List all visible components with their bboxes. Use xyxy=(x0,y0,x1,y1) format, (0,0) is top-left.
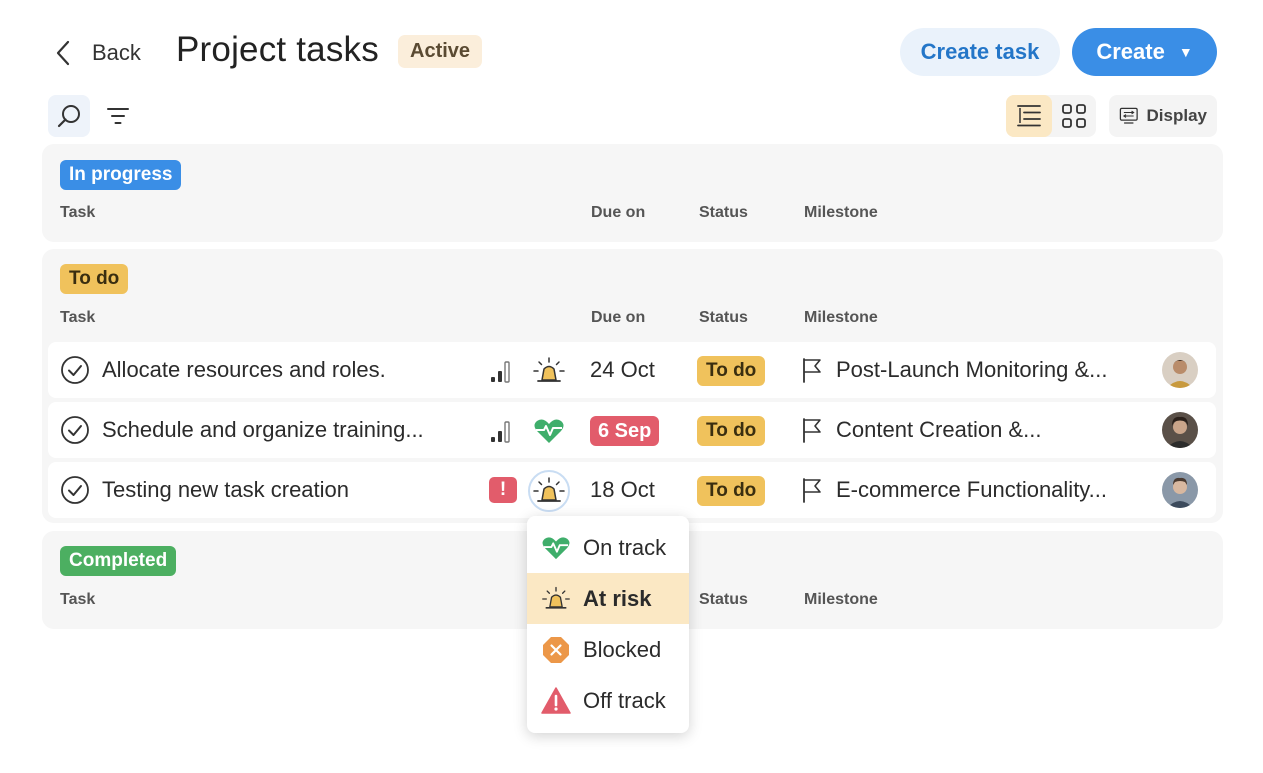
warning-icon xyxy=(541,686,571,716)
create-dropdown-button[interactable]: Create ▼ xyxy=(1072,28,1217,76)
column-header-task: Task xyxy=(60,309,96,326)
status-badge[interactable]: To do xyxy=(697,356,766,386)
create-task-label: Create task xyxy=(920,39,1040,64)
search-icon xyxy=(57,105,80,128)
due-date[interactable]: 24 Oct xyxy=(590,357,655,383)
due-date[interactable]: 18 Oct xyxy=(590,477,655,503)
menu-item-at-risk[interactable]: At risk xyxy=(527,573,689,624)
task-title[interactable]: Testing new task creation xyxy=(102,477,349,503)
menu-item-on-track[interactable]: On track xyxy=(527,522,689,573)
filter-icon xyxy=(107,108,129,124)
milestone-name[interactable]: E-commerce Functionality... xyxy=(836,477,1107,503)
flag-icon xyxy=(803,478,821,503)
filter-button[interactable] xyxy=(98,95,138,137)
signal-bars-icon[interactable] xyxy=(490,418,518,444)
milestone-name[interactable]: Content Creation &... xyxy=(836,417,1041,443)
project-status-badge: Active xyxy=(398,35,483,68)
status-badge[interactable]: To do xyxy=(697,416,766,446)
list-view-icon xyxy=(1017,105,1041,127)
search-button[interactable] xyxy=(48,95,90,137)
page-title: Project tasks xyxy=(176,30,379,69)
siren-icon xyxy=(533,477,565,502)
create-label: Create xyxy=(1096,39,1165,64)
section-label-in-progress: In progress xyxy=(60,160,182,190)
section-label-to-do: To do xyxy=(60,264,129,294)
status-badge[interactable]: To do xyxy=(697,476,766,506)
milestone-name[interactable]: Post-Launch Monitoring &... xyxy=(836,357,1107,383)
avatar[interactable] xyxy=(1162,412,1198,448)
column-header-milestone: Milestone xyxy=(804,204,878,221)
menu-item-blocked[interactable]: Blocked xyxy=(527,624,689,675)
health-status-menu: On track At risk Blocked Off track xyxy=(527,516,689,733)
urgent-alert-icon[interactable]: ! xyxy=(489,477,517,503)
column-header-due-on: Due on xyxy=(591,309,646,326)
grid-view-icon xyxy=(1062,104,1086,128)
heartbeat-icon xyxy=(541,533,571,563)
check-circle-icon[interactable] xyxy=(60,475,90,505)
health-button[interactable] xyxy=(528,410,570,452)
column-header-status: Status xyxy=(699,309,748,326)
flag-icon xyxy=(803,418,821,443)
column-header-due-on: Due on xyxy=(591,204,646,221)
task-title[interactable]: Allocate resources and roles. xyxy=(102,357,386,383)
column-header-task: Task xyxy=(60,591,96,608)
check-circle-icon[interactable] xyxy=(60,355,90,385)
caret-down-icon: ▼ xyxy=(1178,44,1193,60)
siren-icon xyxy=(533,357,565,382)
avatar[interactable] xyxy=(1162,472,1198,508)
back-button[interactable]: Back xyxy=(52,34,141,72)
flag-icon xyxy=(803,358,821,383)
avatar-photo-icon xyxy=(1162,472,1198,508)
menu-item-label: Blocked xyxy=(583,636,662,662)
list-view-button[interactable] xyxy=(1006,95,1052,137)
heartbeat-icon xyxy=(534,419,564,443)
menu-item-label: On track xyxy=(583,534,667,560)
table-row[interactable]: Testing new task creation ! 18 Oct To do… xyxy=(48,462,1216,518)
display-button[interactable]: Display xyxy=(1109,95,1217,137)
menu-item-off-track[interactable]: Off track xyxy=(527,675,689,726)
avatar-photo-icon xyxy=(1162,412,1198,448)
avatar[interactable] xyxy=(1162,352,1198,388)
column-header-milestone: Milestone xyxy=(804,309,878,326)
table-row[interactable]: Schedule and organize training... 6 Sep … xyxy=(48,402,1216,458)
back-label: Back xyxy=(92,40,141,65)
page-header: Back Project tasks Active Create task Cr… xyxy=(0,0,1263,100)
column-header-milestone: Milestone xyxy=(804,591,878,608)
chevron-left-icon xyxy=(56,40,70,66)
view-switcher xyxy=(1006,95,1096,137)
display-label: Display xyxy=(1146,106,1207,125)
menu-item-label: At risk xyxy=(583,585,652,611)
task-title[interactable]: Schedule and organize training... xyxy=(102,417,424,443)
column-header-status: Status xyxy=(699,591,748,608)
due-date-overdue[interactable]: 6 Sep xyxy=(590,416,660,446)
blocked-icon xyxy=(541,635,571,665)
grid-view-button[interactable] xyxy=(1052,95,1096,137)
menu-item-label: Off track xyxy=(583,687,666,713)
section-label-completed: Completed xyxy=(60,546,177,576)
section-in-progress: In progress Task Due on Status Milestone xyxy=(42,144,1223,242)
signal-bars-icon[interactable] xyxy=(490,358,518,384)
column-header-task: Task xyxy=(60,204,96,221)
avatar-photo-icon xyxy=(1162,352,1198,388)
health-button[interactable] xyxy=(528,470,570,512)
table-row[interactable]: Allocate resources and roles. 24 Oct To … xyxy=(48,342,1216,398)
column-header-status: Status xyxy=(699,204,748,221)
display-settings-icon xyxy=(1119,107,1138,124)
check-circle-icon[interactable] xyxy=(60,415,90,445)
health-button[interactable] xyxy=(528,350,570,392)
siren-icon xyxy=(541,584,571,614)
create-task-button[interactable]: Create task xyxy=(900,28,1060,76)
